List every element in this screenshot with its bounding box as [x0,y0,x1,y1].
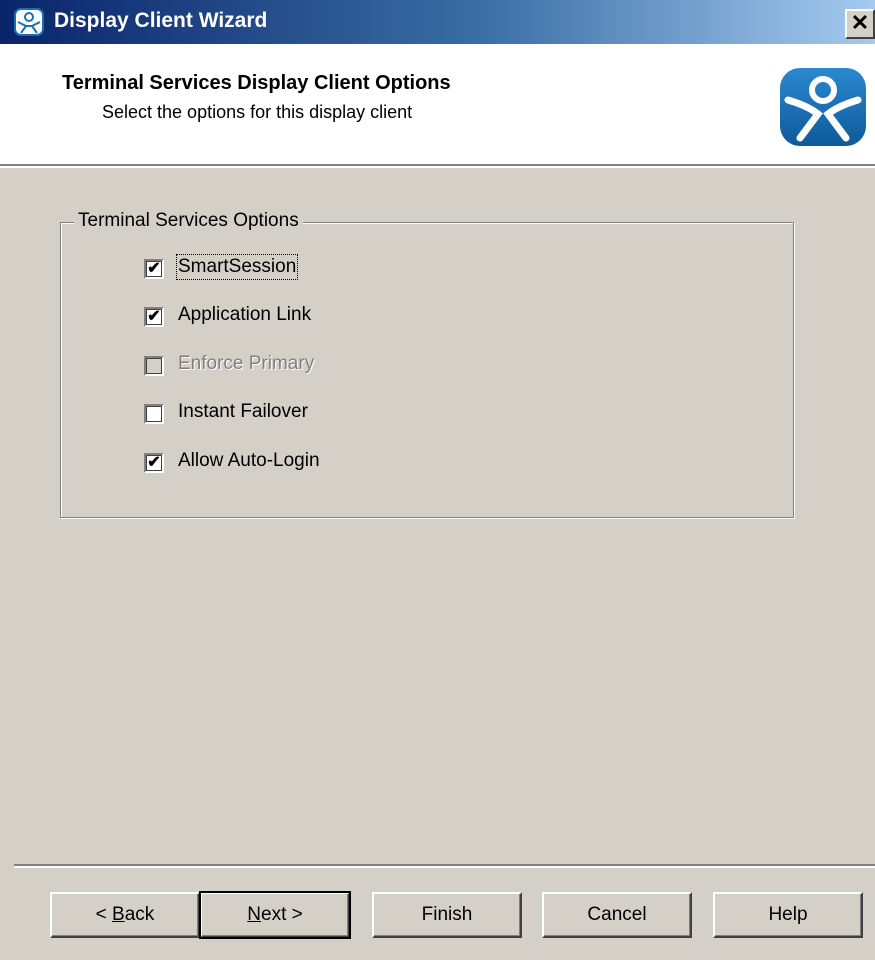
close-icon: ✕ [850,10,870,35]
back-button[interactable]: < Back [50,892,200,938]
next-button-rest: ext > [261,904,303,925]
back-button-mnemonic: B [112,904,125,925]
wizard-header: Terminal Services Display Client Options… [0,44,875,164]
application-link-label[interactable]: Application Link [178,304,311,326]
window-title: Display Client Wizard [54,9,268,32]
page-title: Terminal Services Display Client Options [62,72,451,94]
smartsession-checkbox[interactable]: ✔ [144,259,164,279]
page-subtitle: Select the options for this display clie… [102,102,413,122]
cancel-button[interactable]: Cancel [542,892,692,938]
finish-button[interactable]: Finish [372,892,522,938]
allow-auto-login-checkbox[interactable]: ✔ [144,453,164,473]
instant-failover-label[interactable]: Instant Failover [178,401,308,423]
back-button-prefix: < [95,904,113,925]
footer-divider-highlight [14,866,875,868]
next-button[interactable]: Next > [199,891,351,939]
next-button-mnemonic: N [247,904,261,925]
group-legend: Terminal Services Options [74,210,303,232]
application-link-checkbox[interactable]: ✔ [144,307,164,327]
enforce-primary-label: Enforce Primary [178,353,315,374]
header-divider-highlight [0,166,875,168]
smartsession-label[interactable]: SmartSession [175,254,299,280]
help-button[interactable]: Help [713,892,863,938]
close-button[interactable]: ✕ [845,9,875,39]
terminal-services-options-group [60,222,794,518]
thinmanager-logo-icon [780,68,866,146]
app-logo-icon [14,8,44,36]
back-button-rest: ack [124,904,155,925]
instant-failover-checkbox[interactable] [144,404,164,424]
title-bar[interactable]: Display Client Wizard ✕ [0,0,875,44]
allow-auto-login-label[interactable]: Allow Auto-Login [178,450,320,472]
enforce-primary-checkbox [144,356,164,376]
